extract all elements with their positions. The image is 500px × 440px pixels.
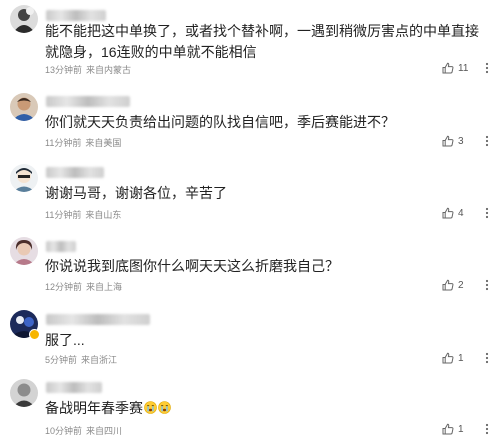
comment-time: 11分钟前 xyxy=(45,138,82,148)
comment-text: 你说说我到底图你什么啊天天这么折磨我自己？ xyxy=(45,258,339,274)
comment-item: 你们就天天负责给出问题的队找自信吧，季后赛能进不？ 11分钟前 来自美国 3 xyxy=(0,88,500,156)
comment-item: 服了... 5分钟前 来自浙江 1 xyxy=(0,306,500,370)
comment-item: 能不能把这中单换了，或者找个替补啊，一遇到稍微厉害点的中单直接就隐身，16连败的… xyxy=(0,0,500,80)
more-button[interactable] xyxy=(482,206,492,220)
like-count: 4 xyxy=(458,207,464,219)
avatar[interactable] xyxy=(10,5,38,33)
more-button[interactable] xyxy=(482,422,492,436)
avatar[interactable] xyxy=(10,93,38,121)
like-button[interactable]: 1 xyxy=(442,422,464,436)
comment-item: 备战明年春季赛 10分钟前 来自四川 1 xyxy=(0,374,500,440)
more-vertical-icon xyxy=(485,423,489,435)
sob-emoji-icon xyxy=(158,399,171,414)
comment-location: 来自上海 xyxy=(86,282,123,292)
more-vertical-icon xyxy=(485,62,489,74)
more-button[interactable] xyxy=(482,61,492,75)
more-vertical-icon xyxy=(485,279,489,291)
like-button[interactable]: 1 xyxy=(442,351,464,365)
comment-item: 谢谢马哥，谢谢各位，辛苦了 11分钟前 来自山东 4 xyxy=(0,160,500,228)
comment-item: 你说说我到底图你什么啊天天这么折磨我自己？ 12分钟前 来自上海 2 xyxy=(0,233,500,301)
comment-location: 来自四川 xyxy=(86,426,123,436)
like-count: 11 xyxy=(458,62,469,74)
more-vertical-icon xyxy=(485,352,489,364)
like-count: 3 xyxy=(458,135,464,147)
comment-meta: 13分钟前 来自内蒙古 xyxy=(45,63,131,76)
comment-meta: 10分钟前 来自四川 xyxy=(45,424,122,437)
like-count: 1 xyxy=(458,423,464,435)
comment-time: 12分钟前 xyxy=(45,282,83,292)
like-button[interactable]: 11 xyxy=(442,61,468,75)
thumbs-up-icon xyxy=(442,352,454,364)
comment-location: 来自浙江 xyxy=(81,355,118,365)
sob-emoji-icon xyxy=(144,399,157,414)
more-button[interactable] xyxy=(482,134,492,148)
comment-text: 服了... xyxy=(45,332,85,348)
username-blurred[interactable] xyxy=(46,382,102,393)
username-blurred[interactable] xyxy=(46,314,150,325)
thumbs-up-icon xyxy=(442,135,454,147)
more-vertical-icon xyxy=(485,135,489,147)
comment-text: 备战明年春季赛 xyxy=(45,398,480,419)
username-blurred[interactable] xyxy=(46,96,130,107)
avatar[interactable] xyxy=(10,379,38,407)
comment-text: 你们就天天负责给出问题的队找自信吧，季后赛能进不？ xyxy=(45,114,395,130)
comment-time: 10分钟前 xyxy=(45,426,83,436)
avatar[interactable] xyxy=(10,164,38,192)
more-button[interactable] xyxy=(482,351,492,365)
comment-time: 11分钟前 xyxy=(45,210,82,220)
like-button[interactable]: 2 xyxy=(442,278,464,292)
like-button[interactable]: 3 xyxy=(442,134,464,148)
thumbs-up-icon xyxy=(442,423,454,435)
comment-location: 来自内蒙古 xyxy=(86,65,132,75)
comment-meta: 5分钟前 来自浙江 xyxy=(45,353,117,366)
comment-text: 谢谢马哥，谢谢各位，辛苦了 xyxy=(45,185,227,201)
comment-text: 能不能把这中单换了，或者找个替补啊，一遇到稍微厉害点的中单直接就隐身，16连败的… xyxy=(45,23,479,60)
more-vertical-icon xyxy=(485,207,489,219)
like-count: 1 xyxy=(458,352,464,364)
thumbs-up-icon xyxy=(442,62,454,74)
like-button[interactable]: 4 xyxy=(442,206,464,220)
comment-meta: 11分钟前 来自山东 xyxy=(45,208,121,221)
username-blurred[interactable] xyxy=(46,10,106,21)
comment-text-content: 备战明年春季赛 xyxy=(45,400,143,416)
comment-time: 13分钟前 xyxy=(45,65,83,75)
comment-meta: 11分钟前 来自美国 xyxy=(45,136,121,149)
username-blurred[interactable] xyxy=(46,167,104,178)
more-button[interactable] xyxy=(482,278,492,292)
comment-location: 来自美国 xyxy=(85,138,122,148)
vip-badge-icon xyxy=(29,329,40,340)
comment-meta: 12分钟前 来自上海 xyxy=(45,280,122,293)
like-count: 2 xyxy=(458,279,464,291)
thumbs-up-icon xyxy=(442,207,454,219)
thumbs-up-icon xyxy=(442,279,454,291)
comment-location: 来自山东 xyxy=(85,210,122,220)
comment-time: 5分钟前 xyxy=(45,355,78,365)
username-blurred[interactable] xyxy=(46,241,76,252)
avatar[interactable] xyxy=(10,237,38,265)
